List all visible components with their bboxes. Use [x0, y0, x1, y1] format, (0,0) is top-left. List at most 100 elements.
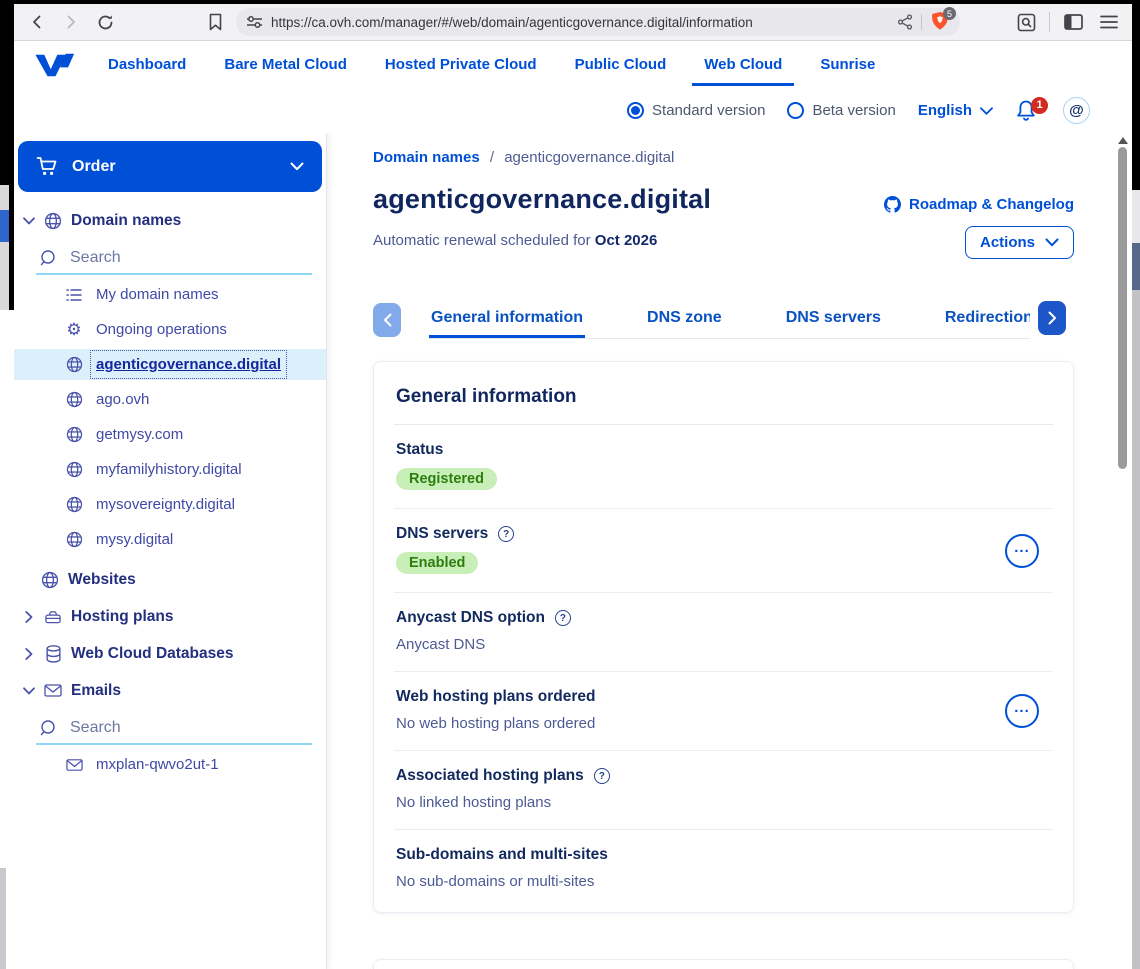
bookmark-icon[interactable]: [202, 9, 228, 35]
nav-item[interactable]: Bare Metal Cloud: [224, 56, 347, 73]
sidebar-item-domain[interactable]: mysy.digital: [14, 522, 326, 557]
row-menu-button[interactable]: ...: [1005, 534, 1039, 568]
nav-item[interactable]: Dashboard: [108, 56, 186, 73]
sidebar-item-domain[interactable]: ago.ovh: [14, 382, 326, 417]
email-search[interactable]: [36, 713, 312, 745]
share-icon[interactable]: [897, 14, 913, 30]
back-button[interactable]: [24, 9, 50, 35]
nav-item[interactable]: Hosted Private Cloud: [385, 56, 537, 73]
chevron-left-icon: [383, 313, 392, 327]
section-label: Emails: [71, 682, 121, 700]
info-row: Web hosting plans ordered No web hosting…: [394, 671, 1053, 750]
beta-version-radio[interactable]: Beta version: [787, 102, 895, 119]
tab[interactable]: DNS zone: [645, 301, 724, 338]
domain-search[interactable]: [36, 243, 312, 275]
browser-window: https://ca.ovh.com/manager/#/web/domain/…: [14, 4, 1132, 969]
sidebar-section-emails[interactable]: Emails: [14, 672, 326, 709]
chevron-down-icon: [23, 217, 35, 225]
help-icon[interactable]: ?: [555, 610, 571, 626]
search-tabs-icon[interactable]: [1013, 9, 1039, 35]
sidebar-item-domain[interactable]: myfamilyhistory.digital: [14, 452, 326, 487]
standard-version-radio[interactable]: Standard version: [627, 102, 765, 119]
domain-search-input[interactable]: [70, 249, 250, 267]
breadcrumb-link-domain-names[interactable]: Domain names: [373, 149, 480, 166]
sidebar-item-label: ago.ovh: [96, 391, 149, 408]
info-row: Associated hosting plans ? No linked hos…: [394, 750, 1053, 829]
sidebar-item-label: Ongoing operations: [96, 321, 227, 338]
actions-button[interactable]: Actions: [965, 226, 1074, 259]
row-menu-button[interactable]: ...: [1005, 694, 1039, 728]
tab[interactable]: Redirection: [943, 301, 1030, 338]
globe-icon: [65, 496, 83, 513]
scrollbar[interactable]: [1116, 133, 1130, 969]
row-value: No linked hosting plans: [396, 794, 1051, 811]
scroll-up-arrow[interactable]: [1118, 137, 1128, 144]
notifications-button[interactable]: 1: [1015, 99, 1041, 123]
sidebar-section-domain-names[interactable]: Domain names: [14, 202, 326, 239]
email-search-input[interactable]: [70, 719, 250, 737]
roadmap-changelog-link[interactable]: Roadmap & Changelog: [884, 196, 1074, 213]
primary-nav: Dashboard Bare Metal Cloud Hosted Privat…: [14, 41, 1132, 88]
background-window-edge: [0, 185, 9, 310]
sidebar-toggle-icon[interactable]: [1060, 9, 1086, 35]
background-window-edge: [1132, 290, 1140, 969]
sidebar-item-domain[interactable]: My domain names: [14, 277, 326, 312]
info-row: Anycast DNS option ? Anycast DNS: [394, 592, 1053, 671]
envelope-icon: [65, 758, 83, 772]
brave-shield-icon[interactable]: 5: [930, 11, 950, 33]
language-selector[interactable]: English: [918, 102, 993, 119]
nav-item[interactable]: Public Cloud: [575, 56, 667, 73]
tune-icon[interactable]: [246, 15, 263, 29]
order-button[interactable]: Order: [18, 141, 322, 192]
divider: [921, 14, 922, 30]
sidebar-item-label: getmysy.com: [96, 426, 183, 443]
row-label: DNS servers: [396, 525, 488, 543]
sidebar-item-label: mysy.digital: [96, 531, 173, 548]
sidebar-item-domain[interactable]: agenticgovernance.digital: [14, 349, 326, 380]
help-icon[interactable]: ?: [594, 768, 610, 784]
row-label: Web hosting plans ordered: [396, 688, 596, 706]
page-header-left: agenticgovernance.digital Automatic rene…: [373, 184, 711, 259]
nav-item[interactable]: Web Cloud: [704, 56, 782, 73]
scrollbar-thumb[interactable]: [1118, 147, 1127, 469]
radio-label: Standard version: [652, 102, 765, 119]
background-window-edge: [0, 868, 6, 969]
help-icon[interactable]: ?: [498, 526, 514, 542]
sidebar-item-domain[interactable]: getmysy.com: [14, 417, 326, 452]
globe-icon: [65, 426, 83, 443]
sidebar-item-domain[interactable]: ⚙ Ongoing operations: [14, 312, 326, 347]
tab[interactable]: DNS servers: [784, 301, 883, 338]
refresh-button[interactable]: [92, 9, 118, 35]
tab-scroll-right-button[interactable]: [1038, 301, 1066, 335]
radio-label: Beta version: [812, 102, 895, 119]
sidebar-section-databases[interactable]: Web Cloud Databases: [14, 635, 326, 672]
info-row-list: Status Registered DNS servers ? Enabl: [394, 425, 1053, 908]
menu-icon[interactable]: [1096, 9, 1122, 35]
row-label: Associated hosting plans: [396, 767, 584, 785]
sidebar-item-email-plan[interactable]: mxplan-qwvo2ut-1: [14, 747, 326, 782]
section-label: Web Cloud Databases: [71, 645, 234, 663]
ovh-logo: [34, 51, 76, 79]
tab-scroll-left-button[interactable]: [373, 303, 401, 337]
globe-icon: [65, 531, 83, 548]
forward-button[interactable]: [58, 9, 84, 35]
sidebar-section-hosting-plans[interactable]: Hosting plans: [14, 598, 326, 635]
tab-list: General information DNS zone DNS servers…: [429, 301, 1030, 339]
sidebar-item-domain[interactable]: mysovereignty.digital: [14, 487, 326, 522]
url-bar[interactable]: https://ca.ovh.com/manager/#/web/domain/…: [236, 8, 960, 36]
row-head: Web hosting plans ordered: [396, 688, 1051, 706]
chevron-right-icon: [23, 611, 35, 623]
main-content: Domain names / agenticgovernance.digital…: [327, 133, 1132, 969]
url-text[interactable]: https://ca.ovh.com/manager/#/web/domain/…: [271, 15, 889, 30]
radio-unselected-icon: [787, 102, 804, 119]
tab[interactable]: General information: [429, 301, 585, 338]
renewal-prefix: Automatic renewal scheduled for: [373, 232, 595, 249]
status-badge: Enabled: [396, 552, 478, 574]
nav-item[interactable]: Sunrise: [820, 56, 875, 73]
sidebar-item-label: mxplan-qwvo2ut-1: [96, 756, 219, 773]
account-button[interactable]: @: [1063, 97, 1090, 124]
sidebar-item-label: My domain names: [96, 286, 219, 303]
breadcrumb: Domain names / agenticgovernance.digital: [373, 149, 1074, 166]
tab-bar: General information DNS zone DNS servers…: [373, 301, 1074, 339]
sidebar-section-websites[interactable]: Websites: [14, 561, 326, 598]
